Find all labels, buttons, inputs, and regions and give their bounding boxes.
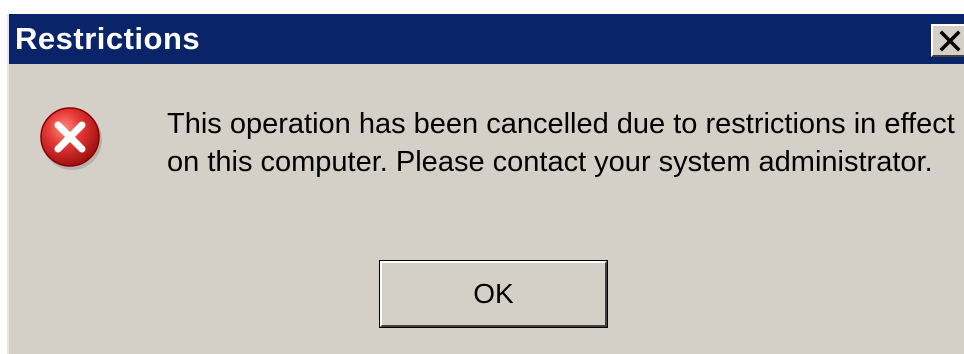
window-title: Restrictions bbox=[15, 21, 201, 56]
close-button[interactable] bbox=[931, 24, 964, 57]
restrictions-dialog: Restrictions This operation has been can… bbox=[7, 14, 964, 354]
message-text: This operation has been cancelled due to… bbox=[167, 108, 955, 178]
ok-button[interactable]: OK bbox=[379, 260, 608, 328]
title-bar[interactable]: Restrictions bbox=[9, 14, 964, 64]
error-icon bbox=[40, 107, 102, 170]
close-icon bbox=[939, 30, 961, 52]
